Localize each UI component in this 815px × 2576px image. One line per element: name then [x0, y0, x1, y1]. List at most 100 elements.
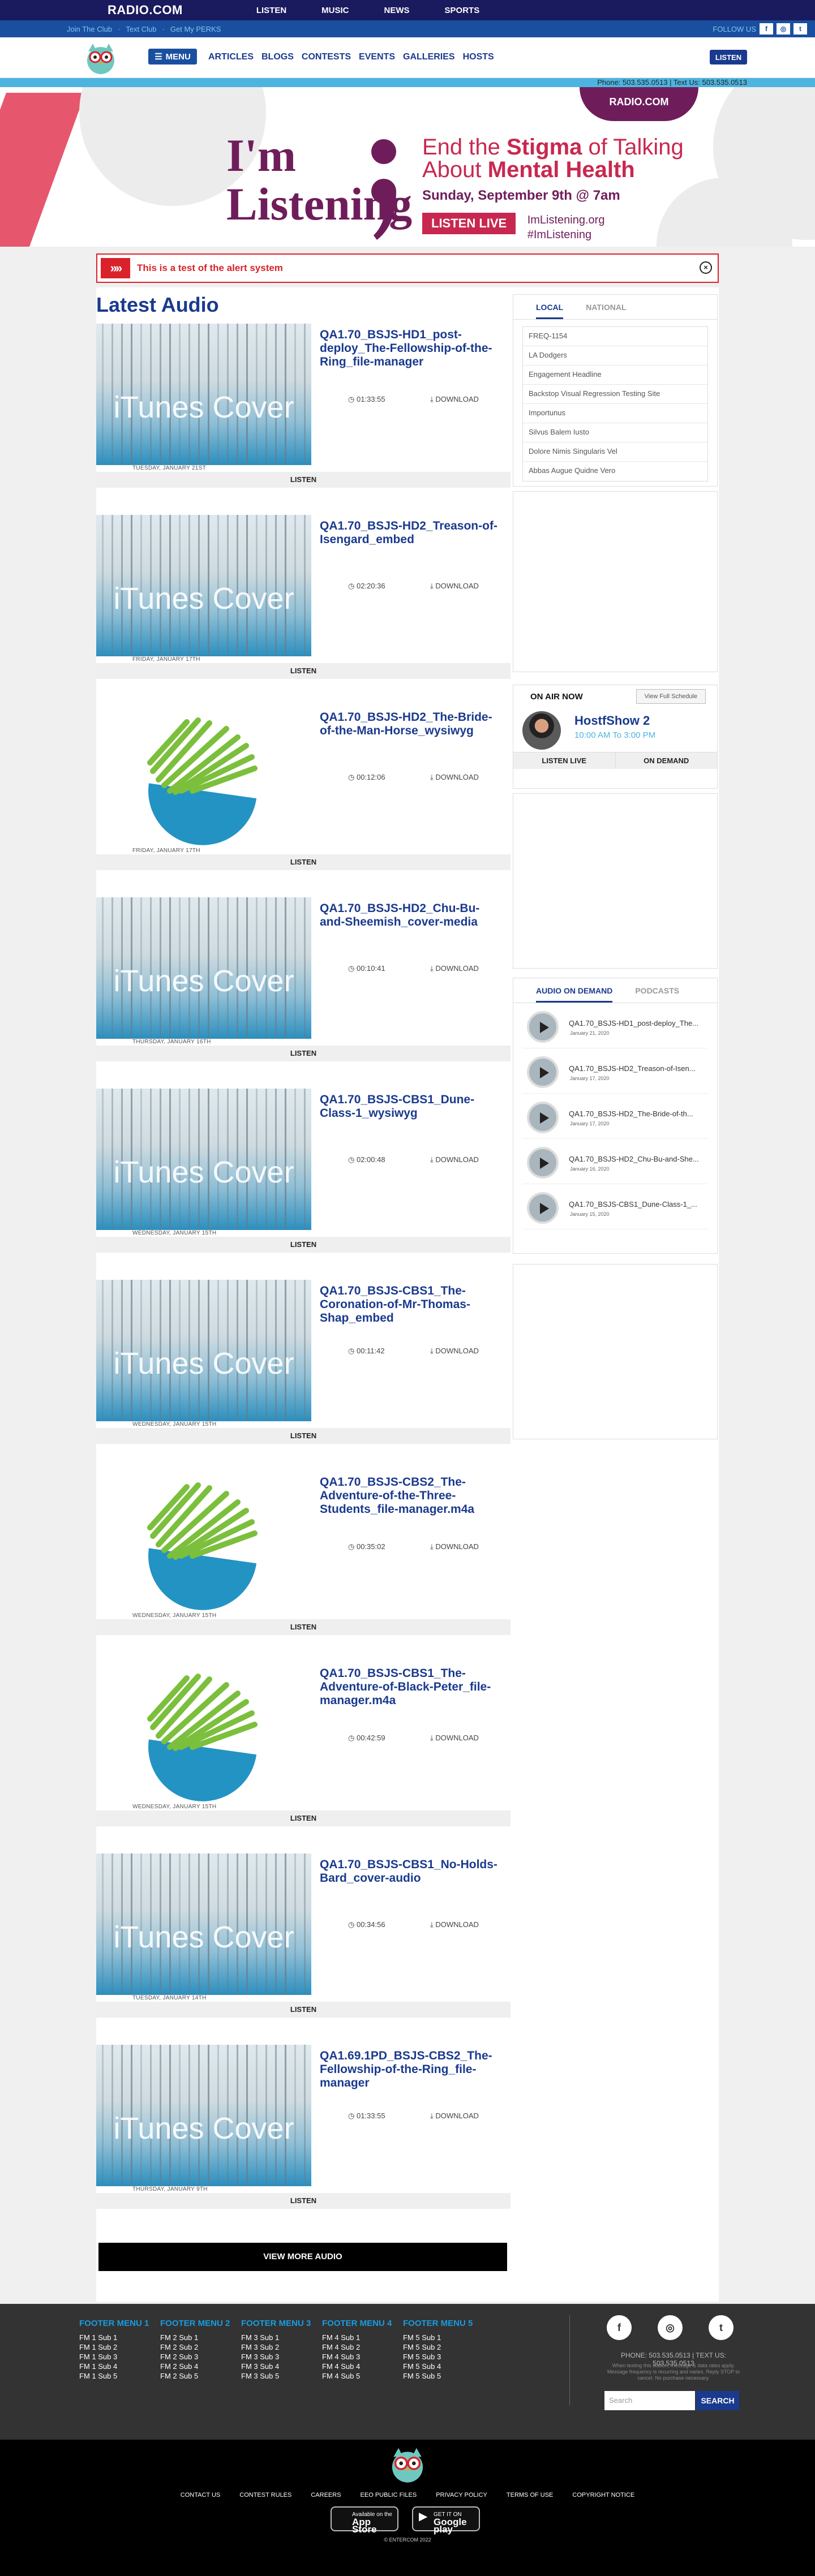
listen-button[interactable]: LISTEN: [96, 1046, 511, 1061]
instagram-icon[interactable]: ◎: [658, 2315, 683, 2340]
listen-button[interactable]: LISTEN: [96, 854, 511, 870]
header-listen-button[interactable]: LISTEN: [710, 50, 747, 64]
facebook-icon[interactable]: f: [760, 23, 773, 35]
nav-hosts[interactable]: HOSTS: [463, 52, 494, 62]
nav-events[interactable]: EVENTS: [359, 52, 395, 62]
download-link[interactable]: ⤓ DOWNLOAD: [430, 964, 479, 973]
app-store-button[interactable]: Available on the App Store: [331, 2506, 398, 2534]
join-club-link[interactable]: Join The Club: [67, 25, 112, 33]
play-icon[interactable]: [527, 1147, 559, 1179]
view-more-audio-button[interactable]: VIEW MORE AUDIO: [98, 2243, 507, 2271]
list-item[interactable]: Abbas Augue Quidne Vero: [523, 462, 707, 481]
audio-title[interactable]: QA1.70_BSJS-HD1_post-deploy_The-Fellowsh…: [320, 328, 501, 369]
footer-search-input[interactable]: Search: [604, 2391, 695, 2410]
footer-menu-item[interactable]: FM 3 Sub 2: [241, 2342, 311, 2352]
footer-link[interactable]: CONTACT US: [181, 2492, 221, 2498]
footer-menu-item[interactable]: FM 2 Sub 1: [160, 2333, 230, 2342]
footer-link[interactable]: CAREERS: [311, 2492, 341, 2498]
footer-menu-title[interactable]: FOOTER MENU 1: [79, 2319, 149, 2328]
aod-title[interactable]: QA1.70_BSJS-CBS1_Dune-Class-1_...: [569, 1200, 705, 1209]
footer-menu-item[interactable]: FM 4 Sub 2: [322, 2342, 392, 2352]
footer-menu-title[interactable]: FOOTER MENU 5: [403, 2319, 473, 2328]
audio-title[interactable]: QA1.70_BSJS-HD2_Treason-of-Isengard_embe…: [320, 519, 501, 547]
footer-menu-item[interactable]: FM 4 Sub 5: [322, 2371, 392, 2381]
list-item[interactable]: Engagement Headline: [523, 365, 707, 385]
audio-thumbnail[interactable]: iTunes Cover: [96, 897, 311, 1039]
footer-menu-item[interactable]: FM 2 Sub 2: [160, 2342, 230, 2352]
audio-title[interactable]: QA1.70_BSJS-CBS2_The-Adventure-of-the-Th…: [320, 1476, 501, 1516]
footer-menu-item[interactable]: FM 4 Sub 4: [322, 2362, 392, 2371]
audio-title[interactable]: QA1.70_BSJS-HD2_The-Bride-of-the-Man-Hor…: [320, 711, 501, 738]
nav-news[interactable]: NEWS: [384, 6, 410, 15]
listen-button[interactable]: LISTEN: [96, 663, 511, 679]
list-item[interactable]: LA Dodgers: [523, 346, 707, 365]
footer-menu-item[interactable]: FM 3 Sub 4: [241, 2362, 311, 2371]
download-link[interactable]: ⤓ DOWNLOAD: [430, 1155, 479, 1164]
footer-menu-item[interactable]: FM 4 Sub 1: [322, 2333, 392, 2342]
close-icon[interactable]: ×: [700, 261, 712, 274]
footer-menu-title[interactable]: FOOTER MENU 3: [241, 2319, 311, 2328]
listen-button[interactable]: LISTEN: [96, 2193, 511, 2209]
footer-link[interactable]: TERMS OF USE: [507, 2492, 554, 2498]
tab-audio-on-demand[interactable]: AUDIO ON DEMAND: [536, 986, 613, 1003]
download-link[interactable]: ⤓ DOWNLOAD: [430, 1542, 479, 1551]
audio-title[interactable]: QA1.70_BSJS-CBS1_No-Holds-Bard_cover-aud…: [320, 1858, 501, 1885]
aod-title[interactable]: QA1.70_BSJS-HD1_post-deploy_The...: [569, 1019, 705, 1027]
list-item[interactable]: FREQ-1154: [523, 327, 707, 346]
audio-title[interactable]: QA1.69.1PD_BSJS-CBS2_The-Fellowship-of-t…: [320, 2049, 501, 2090]
host-name[interactable]: HostfShow 2: [574, 713, 650, 728]
download-link[interactable]: ⤓ DOWNLOAD: [430, 1734, 479, 1743]
aod-title[interactable]: QA1.70_BSJS-HD2_The-Bride-of-th...: [569, 1109, 705, 1118]
footer-menu-item[interactable]: FM 1 Sub 1: [79, 2333, 149, 2342]
audio-thumbnail[interactable]: iTunes Cover: [96, 515, 311, 656]
nav-blogs[interactable]: BLOGS: [261, 52, 294, 62]
footer-menu-item[interactable]: FM 5 Sub 4: [403, 2362, 473, 2371]
tab-national[interactable]: NATIONAL: [586, 303, 626, 312]
on-demand-tab[interactable]: ON DEMAND: [615, 752, 717, 769]
nav-sports[interactable]: SPORTS: [445, 6, 480, 15]
facebook-icon[interactable]: f: [607, 2315, 632, 2340]
audio-title[interactable]: QA1.70_BSJS-HD2_Chu-Bu-and-Sheemish_cove…: [320, 902, 501, 929]
audio-thumbnail[interactable]: [96, 1471, 311, 1612]
list-item[interactable]: Importunus: [523, 404, 707, 423]
download-link[interactable]: ⤓ DOWNLOAD: [430, 395, 479, 404]
listen-live-button[interactable]: LISTEN LIVE: [422, 213, 516, 234]
audio-thumbnail[interactable]: iTunes Cover: [96, 1089, 311, 1230]
text-club-link[interactable]: Text Club: [126, 25, 156, 33]
listen-button[interactable]: LISTEN: [96, 1810, 511, 1826]
aod-item[interactable]: QA1.70_BSJS-CBS1_Dune-Class-1_... Januar…: [522, 1184, 708, 1229]
twitter-icon[interactable]: t: [793, 23, 807, 35]
download-link[interactable]: ⤓ DOWNLOAD: [430, 773, 479, 782]
play-icon[interactable]: [527, 1192, 559, 1224]
footer-search-button[interactable]: SEARCH: [696, 2391, 739, 2410]
footer-menu-item[interactable]: FM 4 Sub 3: [322, 2352, 392, 2362]
twitter-icon[interactable]: t: [709, 2315, 734, 2340]
audio-title[interactable]: QA1.70_BSJS-CBS1_Dune-Class-1_wysiwyg: [320, 1093, 501, 1120]
listen-button[interactable]: LISTEN: [96, 472, 511, 488]
aod-item[interactable]: QA1.70_BSJS-HD2_Chu-Bu-and-She... Januar…: [522, 1139, 708, 1184]
audio-title[interactable]: QA1.70_BSJS-CBS1_The-Coronation-of-Mr-Th…: [320, 1284, 501, 1325]
footer-link[interactable]: COPYRIGHT NOTICE: [572, 2492, 634, 2498]
download-link[interactable]: ⤓ DOWNLOAD: [430, 2111, 479, 2121]
nav-contests[interactable]: CONTESTS: [302, 52, 351, 62]
tab-podcasts[interactable]: PODCASTS: [635, 986, 679, 995]
listen-button[interactable]: LISTEN: [96, 2002, 511, 2018]
listen-button[interactable]: LISTEN: [96, 1428, 511, 1444]
footer-menu-item[interactable]: FM 3 Sub 5: [241, 2371, 311, 2381]
audio-thumbnail[interactable]: [96, 1662, 311, 1804]
footer-link[interactable]: EEO PUBLIC FILES: [361, 2492, 417, 2498]
audio-thumbnail[interactable]: iTunes Cover: [96, 2045, 311, 2186]
footer-menu-item[interactable]: FM 5 Sub 2: [403, 2342, 473, 2352]
nav-listen[interactable]: LISTEN: [256, 6, 286, 15]
footer-menu-item[interactable]: FM 1 Sub 2: [79, 2342, 149, 2352]
audio-title[interactable]: QA1.70_BSJS-CBS1_The-Adventure-of-Black-…: [320, 1667, 501, 1708]
footer-menu-item[interactable]: FM 5 Sub 3: [403, 2352, 473, 2362]
station-owl-logo[interactable]: [389, 2444, 426, 2484]
footer-menu-item[interactable]: FM 3 Sub 3: [241, 2352, 311, 2362]
footer-link[interactable]: CONTEST RULES: [239, 2492, 291, 2498]
footer-menu-item[interactable]: FM 5 Sub 1: [403, 2333, 473, 2342]
instagram-icon[interactable]: ◎: [777, 23, 790, 35]
google-play-button[interactable]: ▶ GET IT ON Google play: [412, 2506, 480, 2534]
footer-menu-item[interactable]: FM 1 Sub 4: [79, 2362, 149, 2371]
audio-thumbnail[interactable]: iTunes Cover: [96, 1280, 311, 1421]
